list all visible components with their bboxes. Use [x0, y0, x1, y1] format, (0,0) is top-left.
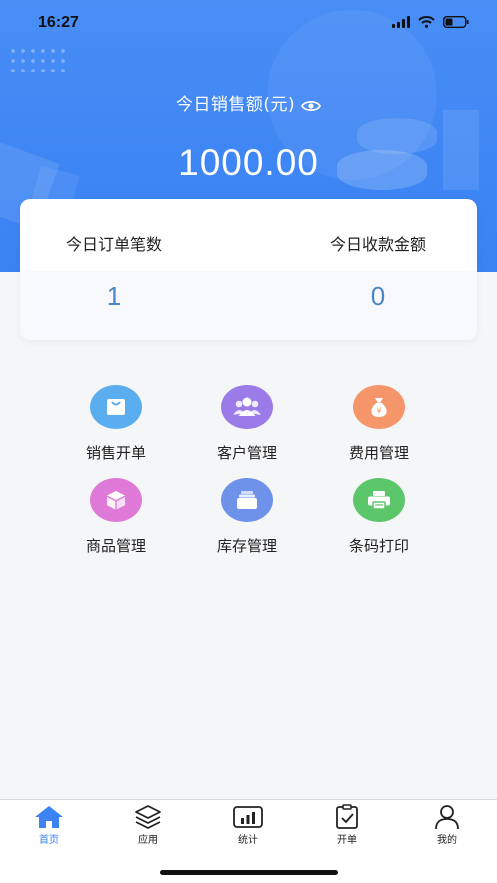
- sales-amount: 1000.00: [178, 142, 319, 183]
- tab-mine[interactable]: 我的: [417, 804, 477, 854]
- printer-icon: [353, 478, 405, 522]
- menu-label: 客户管理: [216, 444, 277, 462]
- tab-stats[interactable]: 统计: [218, 804, 278, 854]
- decor-dots: [8, 46, 68, 72]
- sales-label: 今日销售额(元): [0, 90, 497, 118]
- user-icon: [435, 805, 459, 830]
- collected-summary[interactable]: 今日收款金额 0: [248, 199, 476, 340]
- tab-apps[interactable]: 应用: [118, 804, 178, 854]
- menu-product-management[interactable]: 商品管理: [56, 478, 176, 558]
- status-icons: [392, 16, 469, 28]
- menu-expense-management[interactable]: ¥ 费用管理: [319, 385, 439, 465]
- tab-label: 开单: [337, 835, 357, 846]
- signal-icon: [392, 16, 410, 28]
- sales-label-text: 今日销售额(元): [175, 95, 296, 115]
- clipboard-check-icon: [336, 804, 358, 829]
- eye-icon[interactable]: [301, 98, 322, 118]
- battery-icon: [443, 16, 469, 28]
- cart-icon: [90, 385, 142, 429]
- tab-label: 首页: [39, 835, 59, 846]
- tab-label: 统计: [238, 835, 258, 846]
- layers-icon: [135, 805, 161, 829]
- inventory-icon: [221, 478, 273, 522]
- menu-label: 条码打印: [348, 537, 409, 555]
- home-icon: [35, 806, 63, 828]
- home-indicator: [160, 870, 338, 875]
- status-time: 16:27: [38, 14, 79, 31]
- menu-inventory-management[interactable]: 库存管理: [187, 478, 307, 558]
- wifi-icon: [418, 16, 435, 28]
- menu-label: 库存管理: [216, 537, 277, 555]
- summary-card: 今日订单笔数 1 今日收款金额 0: [20, 199, 477, 340]
- tab-label: 我的: [437, 835, 457, 846]
- tab-label: 应用: [138, 835, 158, 846]
- menu-label: 费用管理: [348, 444, 409, 462]
- orders-value: 1: [106, 281, 122, 311]
- orders-label: 今日订单笔数: [65, 235, 162, 254]
- tab-home[interactable]: 首页: [19, 804, 79, 854]
- status-bar: 16:27: [0, 0, 497, 44]
- box-icon: [90, 478, 142, 522]
- bar-chart-icon: [233, 806, 263, 828]
- menu-sales-order[interactable]: 销售开单: [56, 385, 176, 465]
- money-bag-icon: ¥: [353, 385, 405, 429]
- collected-value: 0: [370, 281, 386, 311]
- menu-label: 商品管理: [85, 537, 146, 555]
- tab-billing[interactable]: 开单: [317, 804, 377, 854]
- menu-label: 销售开单: [85, 444, 146, 462]
- menu-barcode-print[interactable]: 条码打印: [319, 478, 439, 558]
- menu-customer-management[interactable]: 客户管理: [187, 385, 307, 465]
- users-icon: [221, 385, 273, 429]
- svg-text:¥: ¥: [376, 407, 381, 416]
- orders-summary[interactable]: 今日订单笔数 1: [20, 199, 248, 340]
- collected-label: 今日收款金额: [329, 235, 426, 254]
